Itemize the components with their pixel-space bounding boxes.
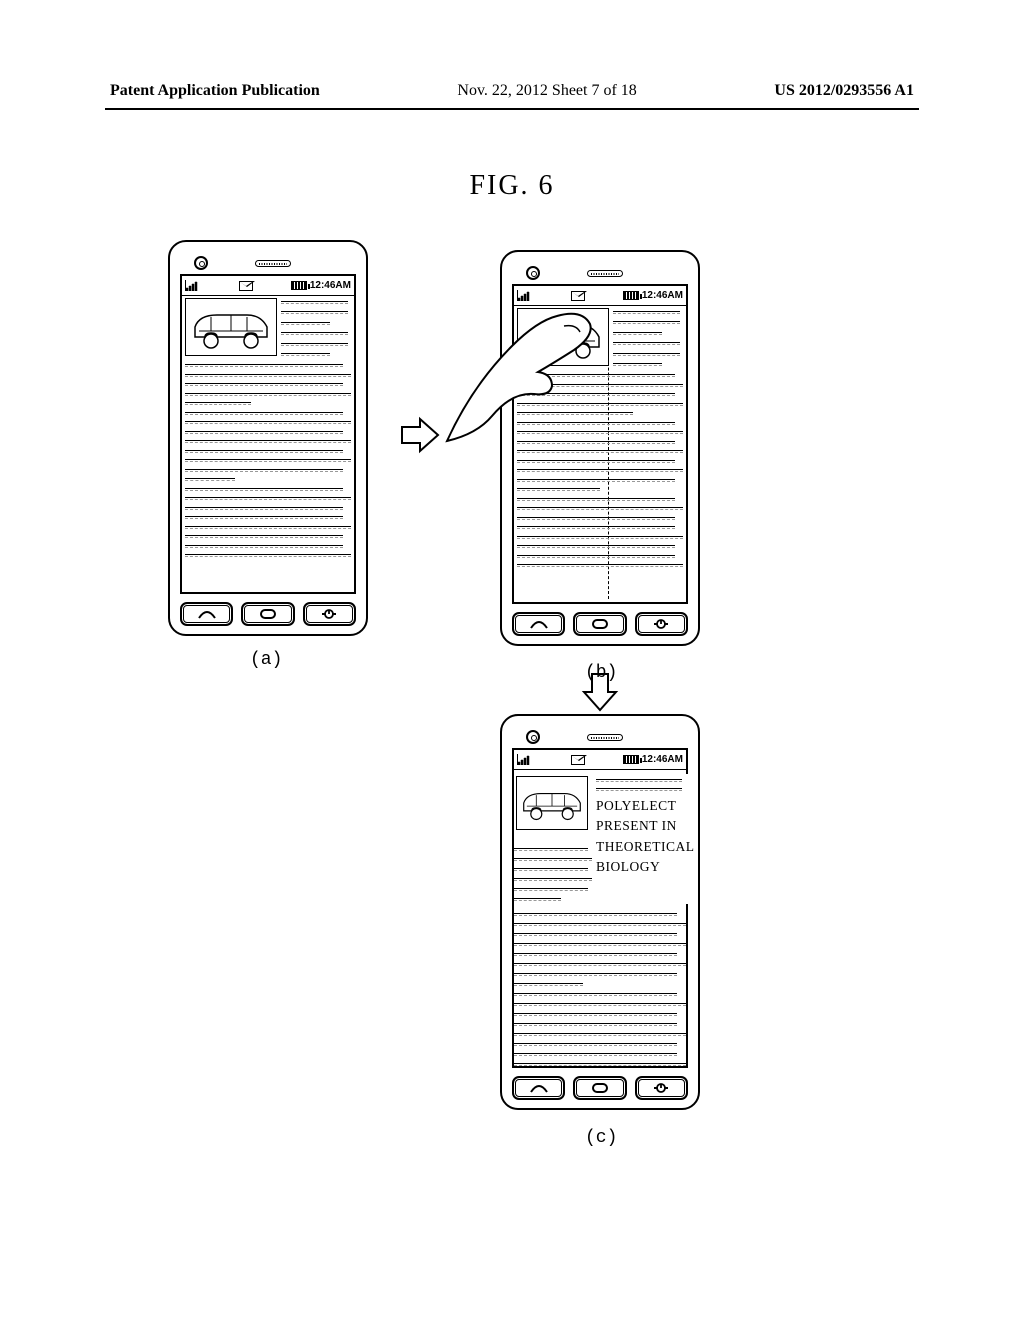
screen-b: 12:46AM	[512, 284, 688, 604]
page-header: Patent Application Publication Nov. 22, …	[0, 82, 1024, 100]
car-image	[517, 308, 609, 366]
bottom-text-c	[514, 910, 686, 1066]
header-rule	[105, 108, 919, 110]
call-button[interactable]	[512, 1076, 565, 1100]
header-center: Nov. 22, 2012 Sheet 7 of 18	[457, 82, 636, 100]
signal-icon	[517, 754, 533, 766]
mail-icon	[239, 281, 253, 291]
home-button[interactable]	[573, 612, 626, 636]
battery-indicator: 12:46AM	[291, 280, 351, 291]
zoom-line-1: POLYELECT	[596, 796, 692, 816]
camera-icon	[194, 256, 208, 270]
screen-a: 12:46AM	[180, 274, 356, 594]
speaker-icon	[587, 270, 623, 277]
zoom-line-4: BIOLOGY	[596, 857, 692, 877]
status-bar: 12:46AM	[182, 276, 354, 296]
mail-icon	[571, 755, 585, 765]
status-time: 12:46AM	[642, 754, 683, 765]
battery-icon	[623, 291, 639, 300]
battery-icon	[291, 281, 307, 290]
car-image-c	[516, 776, 588, 830]
power-button[interactable]	[635, 1076, 688, 1100]
home-button[interactable]	[573, 1076, 626, 1100]
screen-c: 12:46AM POLYELECT PRESENT IN THEORETICAL…	[512, 748, 688, 1068]
battery-icon	[623, 755, 639, 764]
phone-panel-c: 12:46AM POLYELECT PRESENT IN THEORETICAL…	[500, 714, 700, 1110]
call-button[interactable]	[180, 602, 233, 626]
status-time: 12:46AM	[642, 290, 683, 301]
camera-icon	[526, 266, 540, 280]
car-image	[185, 298, 277, 356]
caption-b: (b)	[585, 663, 617, 683]
figure-title: FIG. 6	[0, 170, 1024, 202]
status-bar: 12:46AM	[514, 750, 686, 770]
status-bar: 12:46AM	[514, 286, 686, 306]
button-row	[512, 612, 688, 636]
home-button[interactable]	[241, 602, 294, 626]
button-row	[512, 1076, 688, 1100]
phone-panel-a: 12:46AM	[168, 240, 368, 636]
button-row	[180, 602, 356, 626]
caption-c: (c)	[585, 1128, 617, 1148]
speaker-icon	[255, 260, 291, 267]
speaker-icon	[587, 734, 623, 741]
header-left: Patent Application Publication	[110, 82, 320, 100]
caption-a: (a)	[250, 650, 282, 670]
zoom-line-2: PRESENT IN	[596, 816, 692, 836]
arrow-right-icon	[400, 415, 440, 455]
content-b	[517, 308, 683, 599]
content-a	[185, 298, 351, 589]
power-button[interactable]	[635, 612, 688, 636]
signal-icon	[185, 280, 201, 292]
camera-icon	[526, 730, 540, 744]
status-time: 12:46AM	[310, 280, 351, 291]
mail-icon	[571, 291, 585, 301]
zoom-line-3: THEORETICAL	[596, 837, 692, 857]
header-right: US 2012/0293556 A1	[774, 82, 914, 100]
power-button[interactable]	[303, 602, 356, 626]
phone-panel-b: 12:46AM	[500, 250, 700, 646]
signal-icon	[517, 290, 533, 302]
battery-indicator: 12:46AM	[623, 754, 683, 765]
call-button[interactable]	[512, 612, 565, 636]
left-text-c	[514, 845, 592, 901]
zoomed-text-region: POLYELECT PRESENT IN THEORETICAL BIOLOGY	[592, 774, 692, 904]
battery-indicator: 12:46AM	[623, 290, 683, 301]
